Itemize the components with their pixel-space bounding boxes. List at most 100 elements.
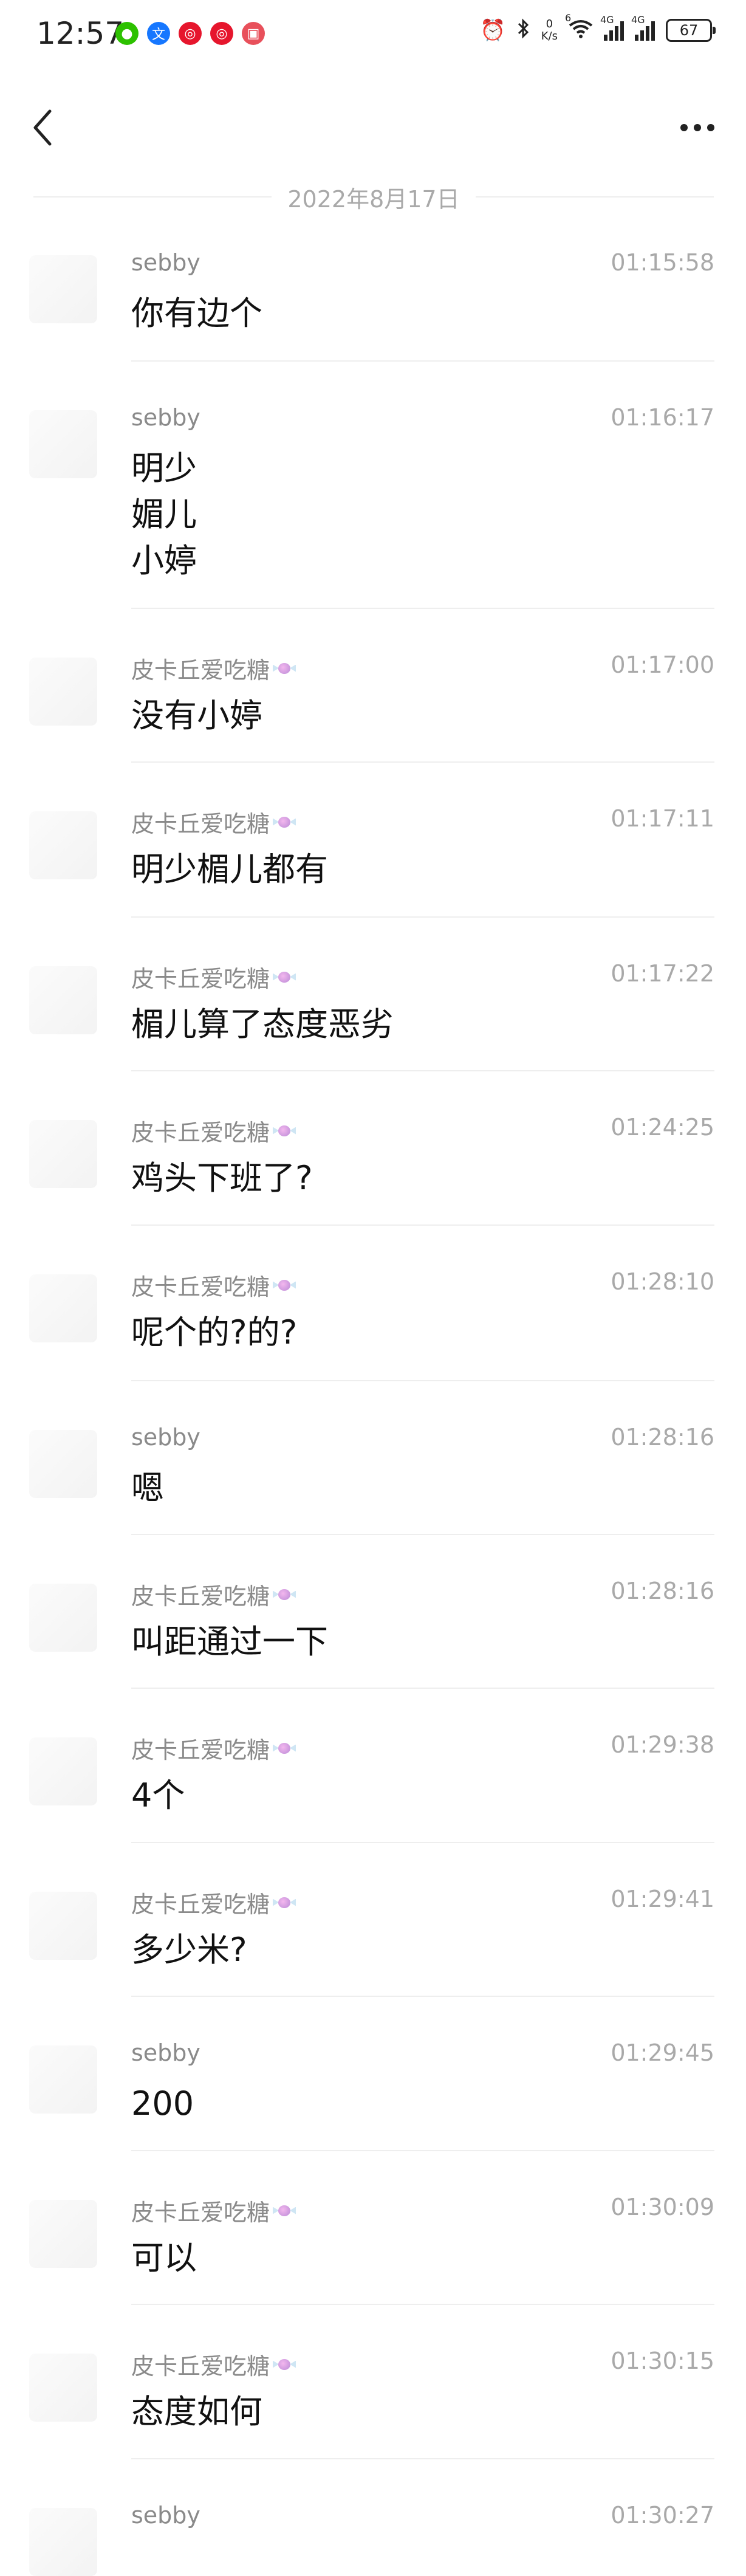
alarm-icon: ⏰ bbox=[480, 18, 506, 43]
message-text: 态度如何 bbox=[131, 2392, 262, 2431]
message-sender: 皮卡丘爱吃糖 bbox=[131, 1731, 296, 1765]
message-time: 01:17:00 bbox=[611, 651, 714, 678]
avatar[interactable] bbox=[29, 1430, 97, 1498]
message-text: 你有边个 bbox=[131, 294, 262, 332]
message-sender: sebby bbox=[131, 404, 200, 431]
sender-name: sebby bbox=[131, 2039, 200, 2066]
cell-signal-2-icon: 4G bbox=[631, 14, 655, 41]
message-time: 01:17:22 bbox=[611, 960, 714, 987]
message-time: 01:30:27 bbox=[611, 2502, 714, 2529]
message-separator bbox=[131, 1380, 714, 1381]
network-speed: 0 K/s bbox=[541, 18, 558, 43]
more-dot bbox=[694, 124, 701, 131]
avatar[interactable] bbox=[29, 410, 97, 478]
candy-icon bbox=[272, 2203, 296, 2219]
date-divider: 2022年8月17日 bbox=[33, 180, 714, 214]
avatar[interactable] bbox=[29, 658, 97, 726]
message-text: 鸡头下班了? bbox=[131, 1159, 313, 1197]
sender-name: 皮卡丘爱吃糖 bbox=[131, 966, 270, 992]
message-text: 呢个的?的? bbox=[131, 1313, 298, 1352]
message-text: 嗯 bbox=[131, 1469, 164, 1507]
candy-icon bbox=[272, 1277, 296, 1293]
battery-icon: 67 bbox=[666, 19, 716, 42]
avatar[interactable] bbox=[29, 255, 97, 323]
sender-name: 皮卡丘爱吃糖 bbox=[131, 657, 270, 684]
message-separator bbox=[131, 1070, 714, 1071]
candy-icon bbox=[272, 1123, 296, 1139]
bluetooth-icon bbox=[517, 18, 530, 43]
message-sender: 皮卡丘爱吃糖 bbox=[131, 1268, 296, 1302]
message-separator bbox=[131, 1534, 714, 1535]
back-button[interactable] bbox=[24, 103, 61, 152]
sender-name: 皮卡丘爱吃糖 bbox=[131, 1119, 270, 1146]
message-text: 叫距通过一下 bbox=[131, 1623, 328, 1661]
message-time: 01:17:11 bbox=[611, 805, 714, 832]
message-sender: 皮卡丘爱吃糖 bbox=[131, 960, 296, 994]
message-sender: 皮卡丘爱吃糖 bbox=[131, 2194, 296, 2227]
message-sender: sebby bbox=[131, 2502, 200, 2529]
avatar[interactable] bbox=[29, 1892, 97, 1960]
message-time: 01:29:45 bbox=[611, 2039, 714, 2066]
message-time: 01:24:25 bbox=[611, 1114, 714, 1141]
avatar[interactable] bbox=[29, 1737, 97, 1805]
notification-icons: ● 文 ◎ ◎ ▣ bbox=[115, 22, 265, 45]
message-separator bbox=[131, 916, 714, 918]
network-speed-value: 0 bbox=[546, 18, 553, 30]
message-text: 没有小婷 bbox=[131, 696, 262, 735]
candy-icon bbox=[272, 814, 296, 830]
gift-box-icon: ▣ bbox=[242, 22, 265, 45]
message-separator bbox=[131, 761, 714, 763]
avatar[interactable] bbox=[29, 2045, 97, 2114]
message-text: 明少楣儿都有 bbox=[131, 850, 328, 888]
sender-name: 皮卡丘爱吃糖 bbox=[131, 1583, 270, 1610]
message-sender: sebby bbox=[131, 249, 200, 276]
date-label: 2022年8月17日 bbox=[287, 185, 460, 213]
message-time: 01:28:16 bbox=[611, 1578, 714, 1604]
system-indicators: ⏰ 0 K/s 6 4G 4G 67 bbox=[480, 12, 716, 43]
chat-header bbox=[0, 73, 746, 176]
message-time: 01:16:17 bbox=[611, 404, 714, 431]
message-time: 01:29:38 bbox=[611, 1731, 714, 1758]
more-options-button[interactable] bbox=[673, 106, 722, 149]
message-separator bbox=[131, 360, 714, 362]
message-separator bbox=[131, 1688, 714, 1689]
message-text: 200 bbox=[131, 2084, 194, 2123]
avatar[interactable] bbox=[29, 1584, 97, 1652]
sender-name: 皮卡丘爱吃糖 bbox=[131, 1737, 270, 1764]
message-sender: 皮卡丘爱吃糖 bbox=[131, 805, 296, 839]
sender-name: 皮卡丘爱吃糖 bbox=[131, 811, 270, 837]
message-separator bbox=[131, 1996, 714, 1997]
sender-name: sebby bbox=[131, 1424, 200, 1451]
message-sender: 皮卡丘爱吃糖 bbox=[131, 1578, 296, 1611]
weibo-lite-icon: ◎ bbox=[210, 22, 233, 45]
avatar[interactable] bbox=[29, 966, 97, 1034]
avatar[interactable] bbox=[29, 1274, 97, 1342]
message-time: 01:29:41 bbox=[611, 1886, 714, 1912]
message-sender: 皮卡丘爱吃糖 bbox=[131, 1886, 296, 1919]
avatar[interactable] bbox=[29, 2508, 97, 2576]
sender-name: sebby bbox=[131, 2502, 200, 2529]
avatar[interactable] bbox=[29, 2200, 97, 2268]
candy-icon bbox=[272, 969, 296, 985]
status-time: 12:57 bbox=[36, 16, 125, 51]
candy-icon bbox=[272, 2357, 296, 2372]
message-separator bbox=[131, 1842, 714, 1843]
divider-line bbox=[33, 196, 272, 197]
chevron-left-icon bbox=[33, 109, 52, 146]
message-sender: sebby bbox=[131, 1424, 200, 1451]
message-sender: 皮卡丘爱吃糖 bbox=[131, 2348, 296, 2381]
candy-icon bbox=[272, 661, 296, 676]
message-separator bbox=[131, 608, 714, 609]
avatar[interactable] bbox=[29, 1120, 97, 1188]
message-sender: 皮卡丘爱吃糖 bbox=[131, 651, 296, 685]
wechat-icon: ● bbox=[115, 22, 139, 45]
avatar[interactable] bbox=[29, 811, 97, 879]
more-dots-icon bbox=[680, 124, 688, 131]
divider-line bbox=[475, 196, 714, 197]
candy-icon bbox=[272, 1895, 296, 1911]
avatar[interactable] bbox=[29, 2354, 97, 2422]
status-bar: 12:57 ● 文 ◎ ◎ ▣ ⏰ 0 K/s 6 4G 4G 67 bbox=[0, 0, 746, 73]
message-text: 明少 媚儿 小婷 bbox=[131, 449, 197, 580]
cell-signal-2-tag: 4G bbox=[631, 14, 645, 26]
sender-name: 皮卡丘爱吃糖 bbox=[131, 2353, 270, 2380]
